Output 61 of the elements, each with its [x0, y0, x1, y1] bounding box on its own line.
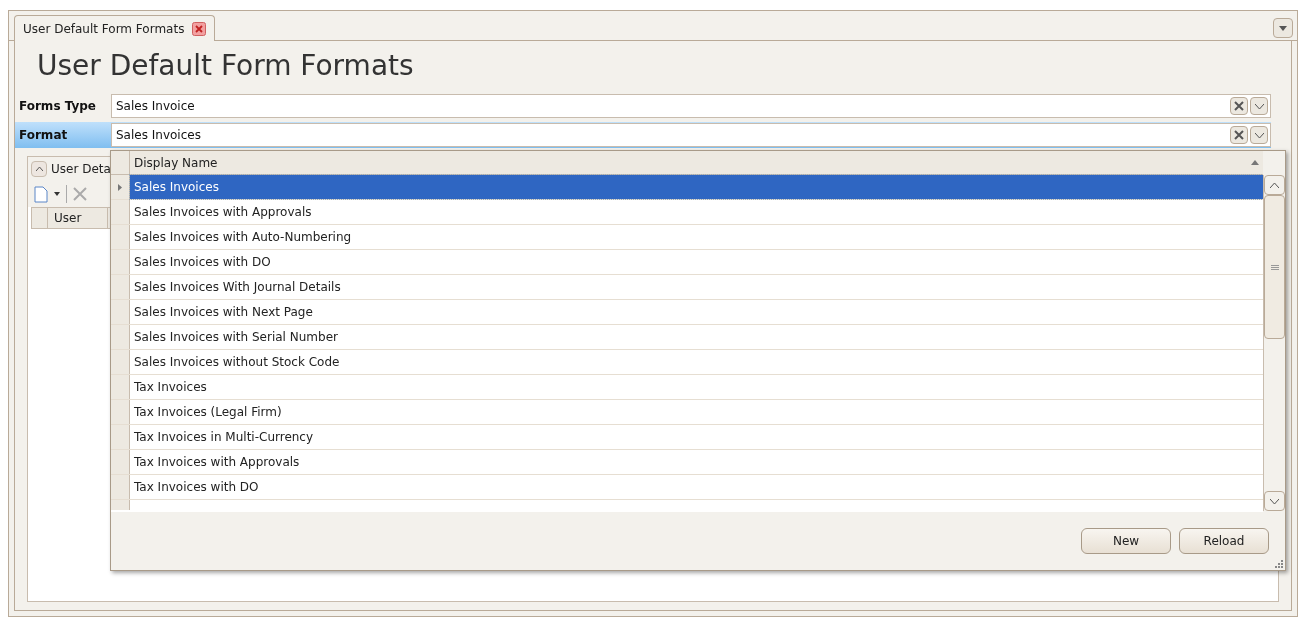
- list-item[interactable]: Tax Invoices with DO: [130, 475, 1263, 499]
- list-item[interactable]: Sales Invoices with Auto-Numbering: [130, 225, 1263, 249]
- list-item[interactable]: Tax Invoices with Approvals: [130, 450, 1263, 474]
- tab-menu-button[interactable]: [1273, 18, 1293, 38]
- field-label: Forms Type: [19, 98, 97, 115]
- row-header[interactable]: [111, 425, 130, 449]
- list-item[interactable]: Sales Invoices: [130, 175, 1263, 199]
- row-header[interactable]: [111, 225, 130, 249]
- list-item[interactable]: Tax Invoices (Legal Firm): [130, 400, 1263, 424]
- row-header[interactable]: [111, 350, 130, 374]
- panel-label: User Deta: [51, 161, 111, 178]
- sort-ascending-icon: [1251, 160, 1259, 165]
- list-item[interactable]: Sales Invoices with Next Page: [130, 300, 1263, 324]
- caret-up-icon: [35, 167, 43, 171]
- combo-field[interactable]: Sales Invoice: [111, 94, 1271, 118]
- page-title: User Default Form Formats: [36, 48, 415, 84]
- list-item[interactable]: Tax Invoices in Multi-Currency: [130, 425, 1263, 449]
- delete-icon[interactable]: [73, 187, 87, 201]
- chevron-up-icon: [1270, 182, 1279, 188]
- row-header[interactable]: [111, 275, 130, 299]
- row-header[interactable]: [111, 325, 130, 349]
- list-item[interactable]: Sales Invoices with DO: [130, 250, 1263, 274]
- row-header[interactable]: [111, 300, 130, 324]
- grip-icon: [1270, 264, 1279, 270]
- dropdown-button[interactable]: [1250, 97, 1268, 115]
- list-item[interactable]: Sales Invoices with Approvals: [130, 200, 1263, 224]
- row-pointer-icon: [118, 183, 122, 191]
- row-header[interactable]: [111, 500, 130, 510]
- caret-down-icon: [1279, 25, 1287, 31]
- column-header[interactable]: User: [48, 208, 108, 228]
- field-label: Format: [19, 127, 69, 144]
- chevron-down-icon: [1270, 498, 1279, 504]
- new-document-icon[interactable]: [34, 185, 48, 203]
- resize-grip-icon[interactable]: [1273, 558, 1283, 568]
- scroll-up-button[interactable]: [1264, 175, 1285, 195]
- tab[interactable]: User Default Form Formats: [14, 15, 216, 41]
- close-icon: [1234, 101, 1244, 111]
- row-header[interactable]: [111, 475, 130, 499]
- collapse-button[interactable]: [31, 161, 47, 177]
- row-header[interactable]: [111, 450, 130, 474]
- list-item[interactable]: Sales Invoices with Serial Number: [130, 325, 1263, 349]
- row-header[interactable]: [111, 200, 130, 224]
- action-button[interactable]: New: [1081, 528, 1171, 554]
- list-item[interactable]: Sales Invoices without Stock Code: [130, 350, 1263, 374]
- action-button[interactable]: Reload: [1179, 528, 1269, 554]
- caret-down-icon[interactable]: [54, 192, 60, 196]
- close-icon: [1234, 130, 1244, 140]
- combo-field[interactable]: Sales Invoices: [111, 123, 1271, 147]
- scrollbar-thumb[interactable]: [1264, 195, 1285, 339]
- row-header[interactable]: [111, 250, 130, 274]
- row-header[interactable]: [111, 400, 130, 424]
- clear-button[interactable]: [1230, 126, 1248, 144]
- clear-button[interactable]: [1230, 97, 1248, 115]
- dropdown-button[interactable]: [1250, 126, 1268, 144]
- row-header[interactable]: [111, 375, 130, 399]
- list-item[interactable]: Sales Invoices With Journal Details: [130, 275, 1263, 299]
- scroll-down-button[interactable]: [1264, 491, 1285, 511]
- list-item[interactable]: Tax Invoices: [130, 375, 1263, 399]
- chevron-down-icon: [1254, 103, 1264, 109]
- chevron-down-icon: [1254, 132, 1264, 138]
- close-icon[interactable]: [192, 21, 207, 36]
